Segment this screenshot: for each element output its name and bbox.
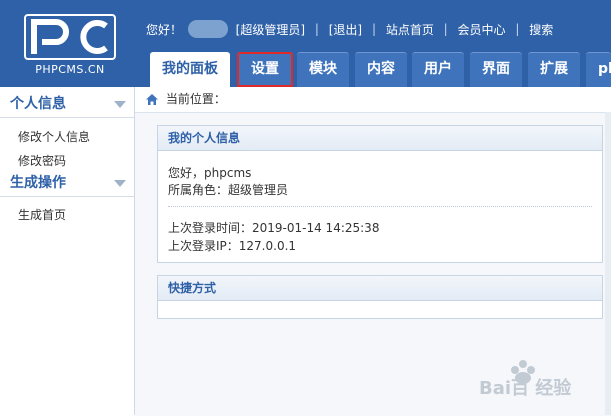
role-text: 所属角色：超级管理员 [168,183,289,197]
breadcrumb-label: 当前位置： [165,92,226,106]
home-icon[interactable] [145,93,159,106]
last-login-ip: 上次登录IP：127.0.0.1 [168,239,297,253]
logo-subtitle: PHPCMS.CN [35,63,105,76]
left-sidebar: 个人信息 修改个人信息 修改密码 生成操作 生成首页 [0,87,135,415]
divider: | [515,22,520,36]
sidebar-item-edit-profile[interactable]: 修改个人信息 [18,128,90,145]
phpcms-logo[interactable]: PHPCMS.CN [14,14,126,76]
tab-overflow[interactable]: pl [586,52,611,87]
tab-content[interactable]: 内容 [355,52,407,87]
sidebar-section-title: 生成操作 [10,175,66,191]
chevron-down-icon[interactable] [114,180,126,187]
last-login-time: 上次登录时间：2019-01-14 14:25:38 [168,221,380,235]
logout-link[interactable]: [退出] [329,21,362,38]
vertical-scrollbar[interactable] [605,112,611,415]
tab-interface[interactable]: 界面 [470,52,522,87]
member-center-link[interactable]: 会员中心 [458,21,506,38]
greeting-text: 您好！ [146,22,183,37]
tab-modules[interactable]: 模块 [297,52,349,87]
sidebar-section-personal-info[interactable]: 个人信息 [0,91,134,118]
tab-settings[interactable]: 设置 [237,52,293,87]
site-home-link[interactable]: 站点首页 [386,21,434,38]
top-header: PHPCMS.CN 您好！ [超级管理员] | [退出] | 站点首页 | 会员… [0,0,611,88]
dotted-divider [168,206,592,207]
sidebar-section-title: 个人信息 [10,96,66,112]
chevron-down-icon[interactable] [114,101,126,108]
sidebar-section-generate[interactable]: 生成操作 [0,170,134,197]
phpcms-logo-mark [24,14,116,60]
tab-extensions[interactable]: 扩展 [528,52,580,87]
sidebar-item-change-password[interactable]: 修改密码 [18,152,66,169]
divider: | [443,22,448,36]
sidebar-item-generate-home[interactable]: 生成首页 [18,206,66,223]
divider: | [371,22,376,36]
panel-title: 我的个人信息 [158,126,602,151]
watermark-text: Bai百 经验 [479,377,572,399]
top-links-bar: 您好！ [超级管理员] | [退出] | 站点首页 | 会员中心 | 搜索 [146,20,553,38]
personal-info-panel: 我的个人信息 您好，phpcms 所属角色：超级管理员 上次登录时间：2019-… [157,125,603,263]
tab-my-panel[interactable]: 我的面板 [150,52,230,88]
baidu-jingyan-watermark: Bai百 经验 [479,360,572,399]
divider: | [314,22,319,36]
search-link[interactable]: 搜索 [529,21,553,38]
shortcuts-panel: 快捷方式 [157,275,603,319]
tab-users[interactable]: 用户 [412,52,464,87]
panel-title: 快捷方式 [158,276,602,301]
hello-text: 您好，phpcms [168,166,252,180]
role-link[interactable]: [超级管理员] [236,21,305,38]
blurred-username [187,20,228,38]
breadcrumb: 当前位置： [145,90,226,108]
